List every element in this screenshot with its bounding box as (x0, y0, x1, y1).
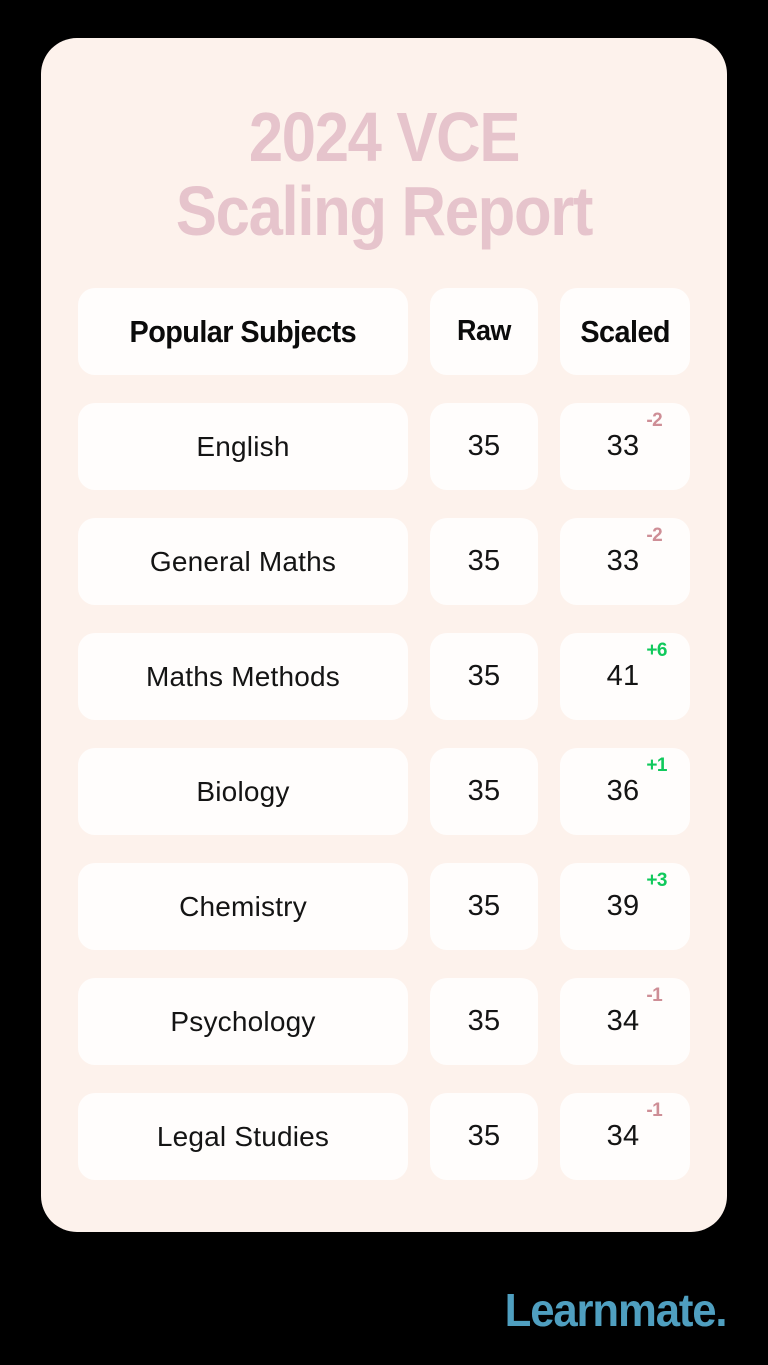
scaled-score-group: 33 -2 (606, 410, 663, 463)
learnmate-logo: Learnmate. (504, 1284, 727, 1336)
cell-scaled-score: 36 +1 (560, 748, 690, 835)
cell-raw-score: 35 (430, 978, 538, 1065)
cell-scaled-score: 34 -1 (560, 978, 690, 1065)
report-card: 2024 VCE Scaling Report Popular Subjects… (41, 38, 727, 1232)
scaled-score-group: 33 -2 (606, 525, 663, 578)
subject-label: Legal Studies (156, 1120, 330, 1152)
header-cell-subject: Popular Subjects (78, 288, 408, 375)
table-row: Biology 35 36 +1 (78, 748, 690, 835)
scaled-score-value: 34 (606, 1120, 640, 1152)
cell-raw-score: 35 (430, 1093, 538, 1180)
table-row: Psychology 35 34 -1 (78, 978, 690, 1065)
cell-raw-score: 35 (430, 863, 538, 950)
raw-score-value: 35 (467, 545, 501, 577)
table-row: English 35 33 -2 (78, 403, 690, 490)
table-row: General Maths 35 33 -2 (78, 518, 690, 605)
subject-label: Maths Methods (145, 660, 341, 692)
table-row: Legal Studies 35 34 -1 (78, 1093, 690, 1180)
cell-subject: Biology (78, 748, 408, 835)
table-header-row: Popular Subjects Raw Scaled (78, 288, 690, 375)
header-cell-scaled: Scaled (560, 288, 690, 375)
raw-score-value: 35 (467, 1005, 501, 1037)
header-cell-raw: Raw (430, 288, 538, 375)
raw-score-value: 35 (467, 890, 501, 922)
cell-raw-score: 35 (430, 748, 538, 835)
scaled-score-group: 39 +3 (606, 870, 668, 923)
subject-label: English (196, 430, 290, 462)
delta-increase-badge: +6 (646, 640, 667, 661)
scaled-score-value: 41 (606, 660, 640, 692)
cell-scaled-score: 33 -2 (560, 403, 690, 490)
cell-raw-score: 35 (430, 403, 538, 490)
table-row: Maths Methods 35 41 +6 (78, 633, 690, 720)
delta-decrease-badge: -2 (646, 410, 663, 431)
delta-increase-badge: +3 (646, 870, 667, 891)
cell-subject: English (78, 403, 408, 490)
cell-scaled-score: 34 -1 (560, 1093, 690, 1180)
table-body: English 35 33 -2 General Maths 35 33 -2 Maths Me… (78, 403, 690, 1180)
raw-score-value: 35 (467, 430, 501, 462)
infographic-stage: 2024 VCE Scaling Report Popular Subjects… (0, 0, 768, 1365)
subject-label: Psychology (170, 1005, 316, 1037)
delta-decrease-badge: -1 (646, 1100, 663, 1121)
scaled-score-value: 39 (606, 890, 640, 922)
scaled-score-value: 33 (606, 545, 640, 577)
delta-decrease-badge: -1 (646, 985, 663, 1006)
cell-raw-score: 35 (430, 518, 538, 605)
subject-label: Chemistry (179, 890, 307, 922)
cell-raw-score: 35 (430, 633, 538, 720)
header-label-subject: Popular Subjects (129, 313, 357, 349)
subject-label: General Maths (149, 545, 337, 577)
cell-subject: Maths Methods (78, 633, 408, 720)
cell-subject: Psychology (78, 978, 408, 1065)
raw-score-value: 35 (467, 1120, 501, 1152)
cell-subject: Legal Studies (78, 1093, 408, 1180)
raw-score-value: 35 (467, 775, 501, 807)
scaled-score-group: 34 -1 (606, 985, 663, 1038)
subject-label: Biology (196, 775, 290, 807)
table-row: Chemistry 35 39 +3 (78, 863, 690, 950)
cell-scaled-score: 41 +6 (560, 633, 690, 720)
header-label-raw: Raw (457, 315, 511, 347)
cell-scaled-score: 33 -2 (560, 518, 690, 605)
delta-decrease-badge: -2 (646, 525, 663, 546)
scaled-score-value: 34 (606, 1005, 640, 1037)
header-label-scaled: Scaled (580, 313, 670, 349)
scaled-score-group: 41 +6 (606, 640, 668, 693)
scaling-table: Popular Subjects Raw Scaled English 35 33-… (78, 288, 690, 1180)
cell-scaled-score: 39 +3 (560, 863, 690, 950)
page-title: 2024 VCE Scaling Report (175, 98, 594, 251)
scaled-score-group: 34 -1 (606, 1100, 663, 1153)
scaled-score-value: 33 (606, 430, 640, 462)
raw-score-value: 35 (467, 660, 501, 692)
scaled-score-group: 36 +1 (606, 755, 668, 808)
cell-subject: Chemistry (78, 863, 408, 950)
scaled-score-value: 36 (606, 775, 640, 807)
cell-subject: General Maths (78, 518, 408, 605)
delta-increase-badge: +1 (646, 755, 667, 776)
